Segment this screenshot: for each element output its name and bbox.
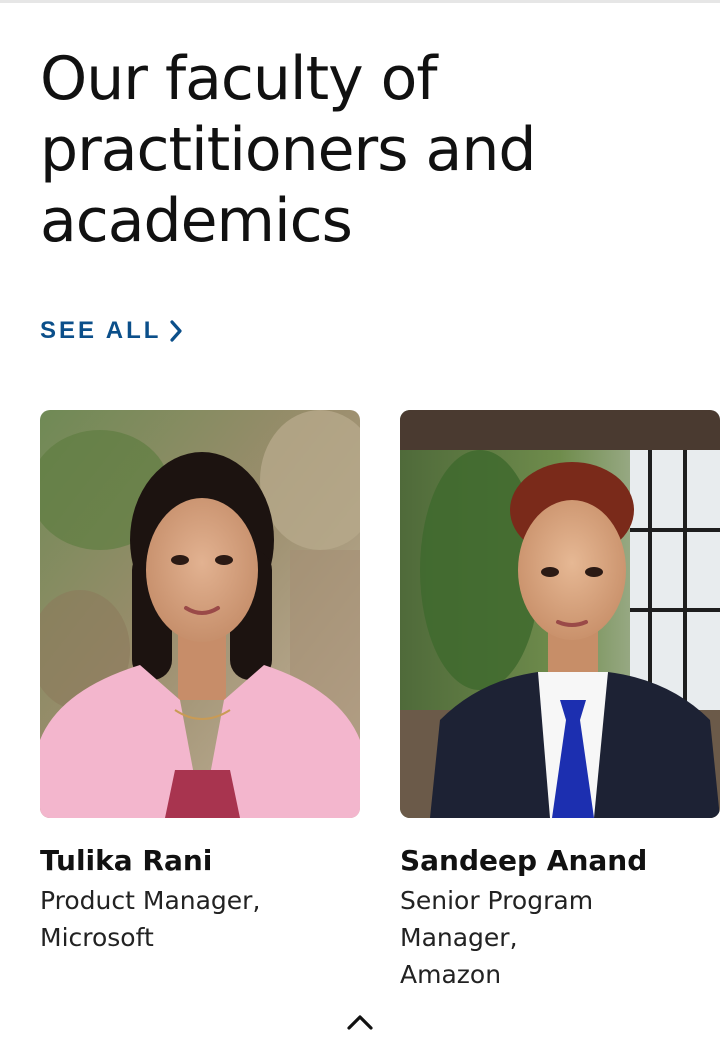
heading-line: academics (40, 186, 353, 256)
heading-line: practitioners and (40, 115, 536, 185)
heading-line: Our faculty of (40, 44, 438, 114)
role-line: Microsoft (40, 923, 154, 952)
role-line: Amazon (400, 960, 502, 989)
scroll-to-top-button[interactable] (344, 1012, 376, 1036)
section-heading: Our faculty of practitioners and academi… (40, 44, 680, 257)
faculty-role: Senior Program Manager, Amazon (400, 882, 720, 993)
faculty-card[interactable]: Tulika Rani Product Manager, Microsoft (40, 410, 360, 956)
faculty-photo (40, 410, 360, 818)
role-line: Product Manager, (40, 886, 261, 915)
faculty-name: Sandeep Anand (400, 844, 648, 877)
chevron-right-icon (169, 319, 183, 343)
top-divider (0, 0, 720, 3)
faculty-name: Tulika Rani (40, 844, 213, 877)
role-line: Manager, (400, 923, 518, 952)
chevron-up-icon (346, 1013, 374, 1036)
faculty-photo (400, 410, 720, 818)
see-all-label: SEE ALL (40, 317, 162, 344)
see-all-link[interactable]: SEE ALL (40, 317, 183, 345)
faculty-role: Product Manager, Microsoft (40, 882, 360, 956)
faculty-card[interactable]: Sandeep Anand Senior Program Manager, Am… (400, 410, 720, 993)
role-line: Senior Program (400, 886, 594, 915)
faculty-section: Our faculty of practitioners and academi… (0, 0, 720, 1050)
